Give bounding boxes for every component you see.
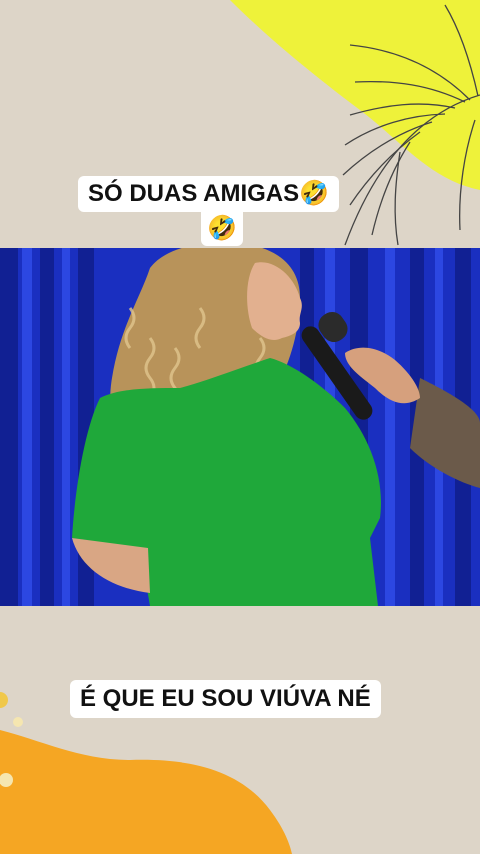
video-scene: [0, 248, 480, 606]
yellow-blob: [230, 0, 480, 190]
video-frame[interactable]: [0, 248, 480, 606]
caption-top-line1: SÓ DUAS AMIGAS🤣: [78, 176, 340, 212]
orange-blob: [0, 730, 292, 854]
caption-top-line2: 🤣: [201, 212, 243, 246]
caption-bottom: É QUE EU SOU VIÚVA NÉ: [70, 680, 381, 718]
